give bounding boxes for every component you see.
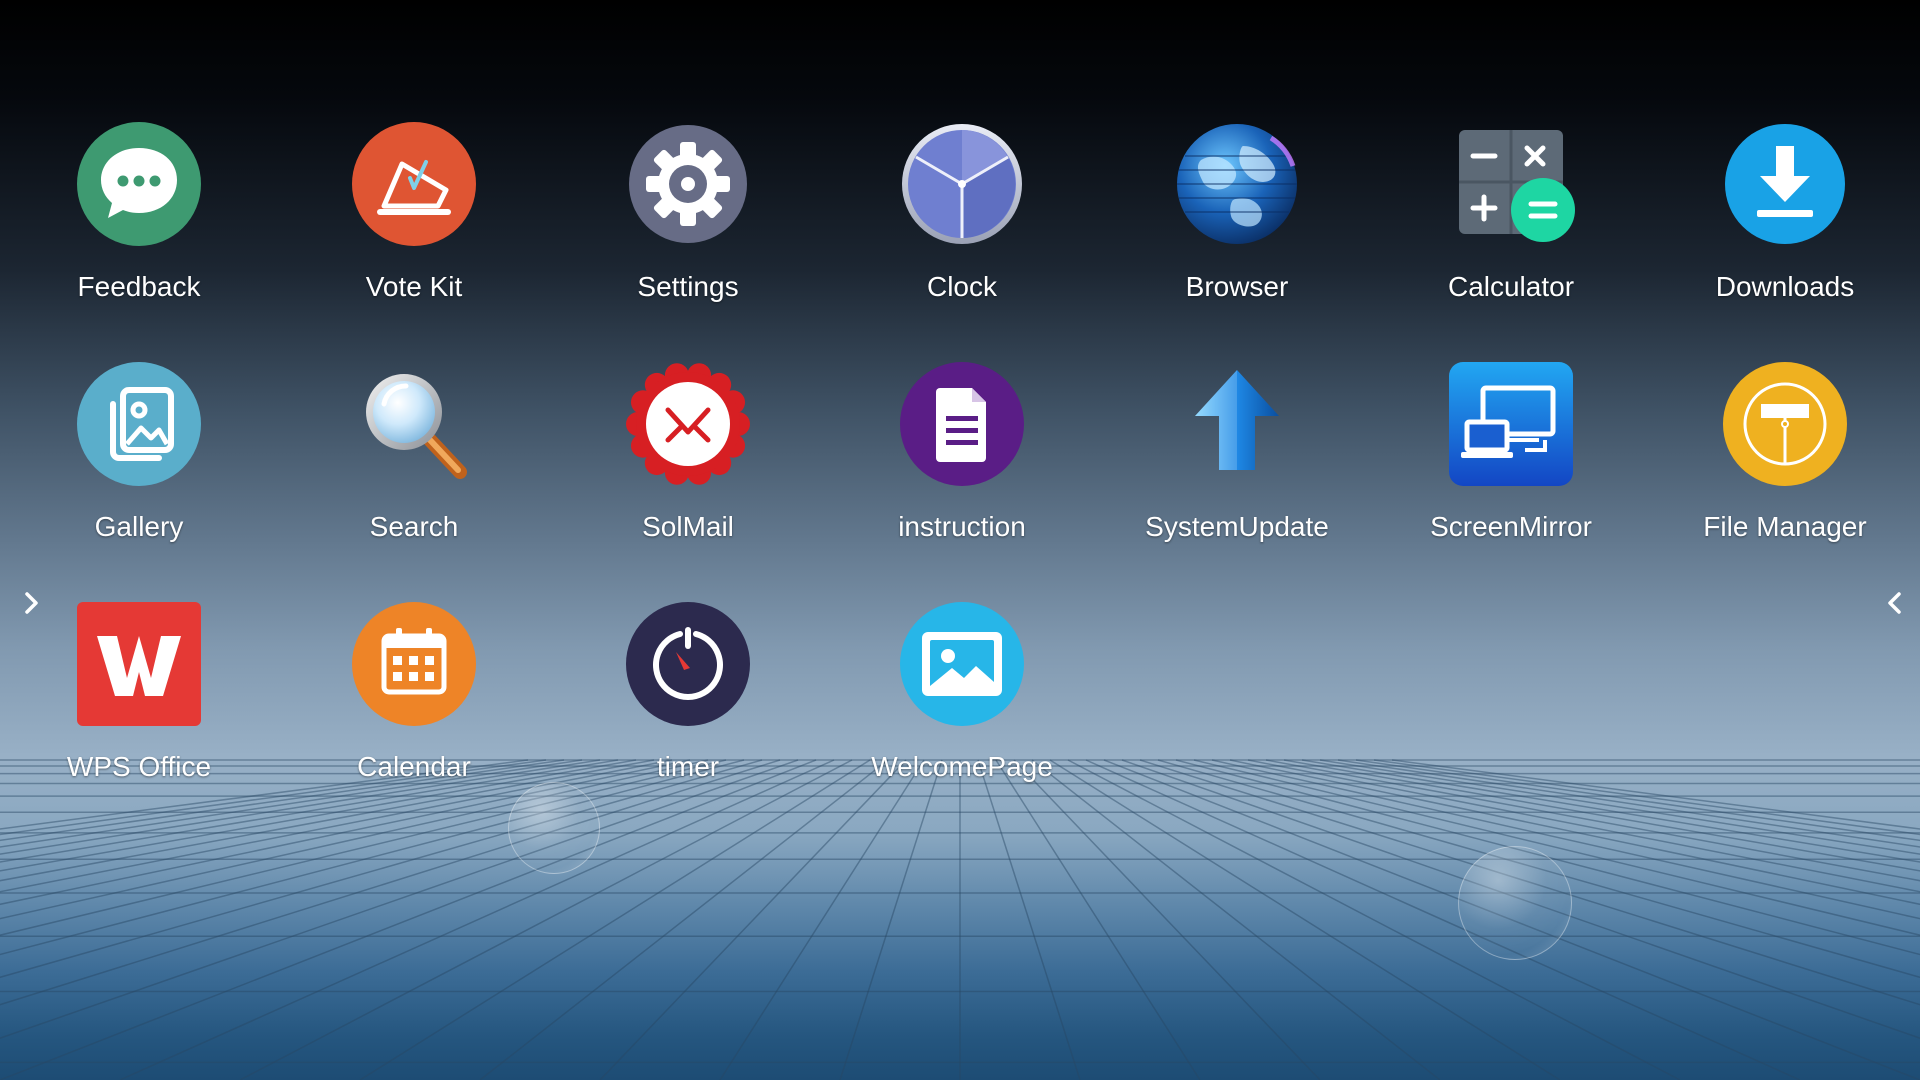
gallery-icon — [75, 360, 203, 488]
app-label: Search — [369, 511, 459, 542]
vote-kit-icon — [350, 120, 478, 248]
app-label: Gallery — [94, 511, 184, 542]
download-icon — [1721, 120, 1849, 248]
app-label: Calculator — [1447, 271, 1575, 302]
app-label: Settings — [637, 271, 739, 302]
calendar-icon — [350, 600, 478, 728]
app-label: Vote Kit — [365, 271, 463, 302]
app-label: SystemUpdate — [1145, 511, 1329, 542]
app-clock[interactable]: Clock — [837, 120, 1087, 320]
screen-mirror-icon — [1447, 360, 1575, 488]
clock-icon — [898, 120, 1026, 248]
app-wps-office[interactable]: WPS Office — [14, 600, 264, 800]
app-label: timer — [656, 751, 720, 782]
app-settings[interactable]: Settings — [563, 120, 813, 320]
wps-office-icon — [75, 600, 203, 728]
app-calculator[interactable]: Calculator — [1386, 120, 1636, 320]
chevron-left-icon — [1888, 592, 1901, 614]
app-gallery[interactable]: Gallery — [14, 360, 264, 560]
timer-icon — [624, 600, 752, 728]
calculator-icon — [1447, 120, 1575, 248]
app-system-update[interactable]: SystemUpdate — [1112, 360, 1362, 560]
app-calendar[interactable]: Calendar — [289, 600, 539, 800]
app-label: Browser — [1185, 271, 1289, 302]
app-label: File Manager — [1703, 511, 1867, 542]
page-nav-right-button[interactable] — [1872, 573, 1916, 633]
app-search[interactable]: Search — [289, 360, 539, 560]
up-arrow-icon — [1173, 360, 1301, 488]
app-welcome-page[interactable]: WelcomePage — [837, 600, 1087, 800]
bubble-decoration — [1458, 846, 1572, 960]
feedback-chat-icon — [75, 120, 203, 248]
document-icon — [898, 360, 1026, 488]
app-vote-kit[interactable]: Vote Kit — [289, 120, 539, 320]
app-label: Feedback — [77, 271, 201, 302]
app-screen-mirror[interactable]: ScreenMirror — [1386, 360, 1636, 560]
app-solmail[interactable]: SolMail — [563, 360, 813, 560]
app-label: ScreenMirror — [1430, 511, 1592, 542]
app-label: Clock — [926, 271, 997, 302]
app-label: WPS Office — [66, 751, 212, 782]
app-label: instruction — [898, 511, 1026, 542]
app-instruction[interactable]: instruction — [837, 360, 1087, 560]
app-downloads[interactable]: Downloads — [1660, 120, 1910, 320]
app-label: SolMail — [642, 511, 734, 542]
app-label: Calendar — [357, 751, 471, 782]
settings-gear-icon — [624, 120, 752, 248]
app-label: WelcomePage — [871, 751, 1053, 782]
file-manager-icon — [1721, 360, 1849, 488]
app-timer[interactable]: timer — [563, 600, 813, 800]
launcher-screen: Feedback Vote Kit Settings Clock Browser… — [0, 0, 1920, 1080]
app-browser[interactable]: Browser — [1112, 120, 1362, 320]
globe-icon — [1173, 120, 1301, 248]
app-feedback[interactable]: Feedback — [14, 120, 264, 320]
magnifier-icon — [350, 360, 478, 488]
app-file-manager[interactable]: File Manager — [1660, 360, 1910, 560]
app-label: Downloads — [1715, 271, 1855, 302]
picture-icon — [898, 600, 1026, 728]
mail-icon — [624, 360, 752, 488]
